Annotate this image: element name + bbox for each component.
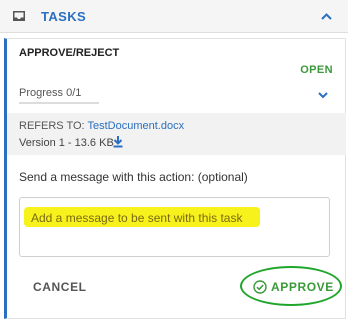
document-version: Version 1 - 13.6 KB: [19, 137, 114, 149]
task-type-label: APPROVE/REJECT: [19, 47, 120, 59]
check-circle-icon: [253, 280, 267, 294]
message-label: Send a message with this action: (option…: [19, 170, 248, 184]
approve-button[interactable]: APPROVE: [247, 275, 338, 299]
progress-label: Progress 0/1: [19, 87, 82, 99]
tasks-panel-header[interactable]: TASKS: [0, 0, 348, 33]
download-icon[interactable]: [112, 135, 124, 148]
cancel-button[interactable]: CANCEL: [25, 275, 95, 299]
progress-bar: [19, 102, 99, 104]
document-reference: REFERS TO: TestDocument.docx Version 1 -…: [7, 113, 346, 155]
chevron-down-icon[interactable]: [317, 89, 329, 101]
message-input[interactable]: [19, 197, 330, 257]
refers-to-label: REFERS TO:: [19, 120, 85, 132]
approve-label: APPROVE: [271, 280, 334, 294]
inbox-icon: [13, 11, 25, 21]
task-card: APPROVE/REJECT OPEN Progress 0/1 REFERS …: [4, 38, 346, 319]
panel-title: TASKS: [41, 9, 87, 24]
document-link[interactable]: TestDocument.docx: [87, 120, 184, 132]
status-badge: OPEN: [300, 64, 333, 76]
refers-to-line: REFERS TO: TestDocument.docx: [19, 120, 184, 132]
chevron-up-icon[interactable]: [320, 10, 333, 23]
